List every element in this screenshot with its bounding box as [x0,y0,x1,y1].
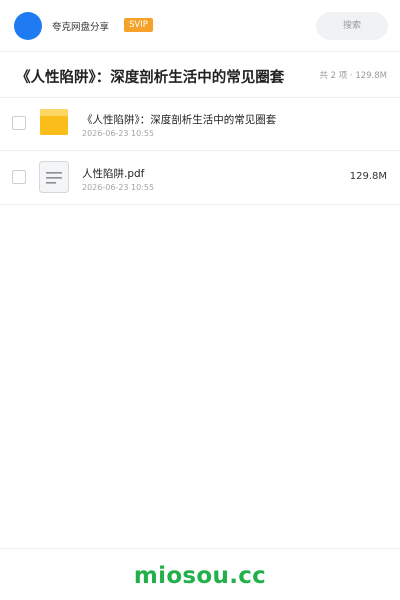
select-checkbox[interactable] [12,116,26,130]
search-input[interactable]: 搜索 [316,12,388,40]
file-name: 《人性陷阱》：深度剖析生活中的常见圈套 [82,114,277,126]
list-item[interactable]: 《人性陷阱》：深度剖析生活中的常见圈套 2026-06-23 10:55 [0,97,400,151]
file-date: 2026-06-23 10:55 [82,183,155,192]
avatar[interactable] [14,12,42,40]
svip-badge: SVIP [124,18,153,32]
watermark-text: miosou.cc [133,563,267,589]
folder-header: 《人性陷阱》：深度剖析生活中的常见圈套 共 2 项 · 129.8M [0,52,400,98]
file-size: 129.8M [349,171,387,182]
folder-icon [40,109,68,135]
file-date: 2026-06-23 10:55 [82,129,155,138]
top-bar: 夸克网盘分享 SVIP 搜索 [0,0,400,52]
file-summary: 共 2 项 · 129.8M [319,71,387,81]
share-page: 夸克网盘分享 SVIP 搜索 《人性陷阱》：深度剖析生活中的常见圈套 共 2 项… [0,0,400,600]
list-item[interactable]: 人性陷阱.pdf 2026-06-23 10:55 129.8M [0,151,400,205]
footer: miosou.cc [0,548,400,600]
page-title: 《人性陷阱》：深度剖析生活中的常见圈套 [16,70,285,86]
brand-name: 夸克网盘分享 [52,22,110,33]
document-icon [39,161,69,193]
file-name: 人性陷阱.pdf [82,168,145,180]
select-checkbox[interactable] [12,170,26,184]
